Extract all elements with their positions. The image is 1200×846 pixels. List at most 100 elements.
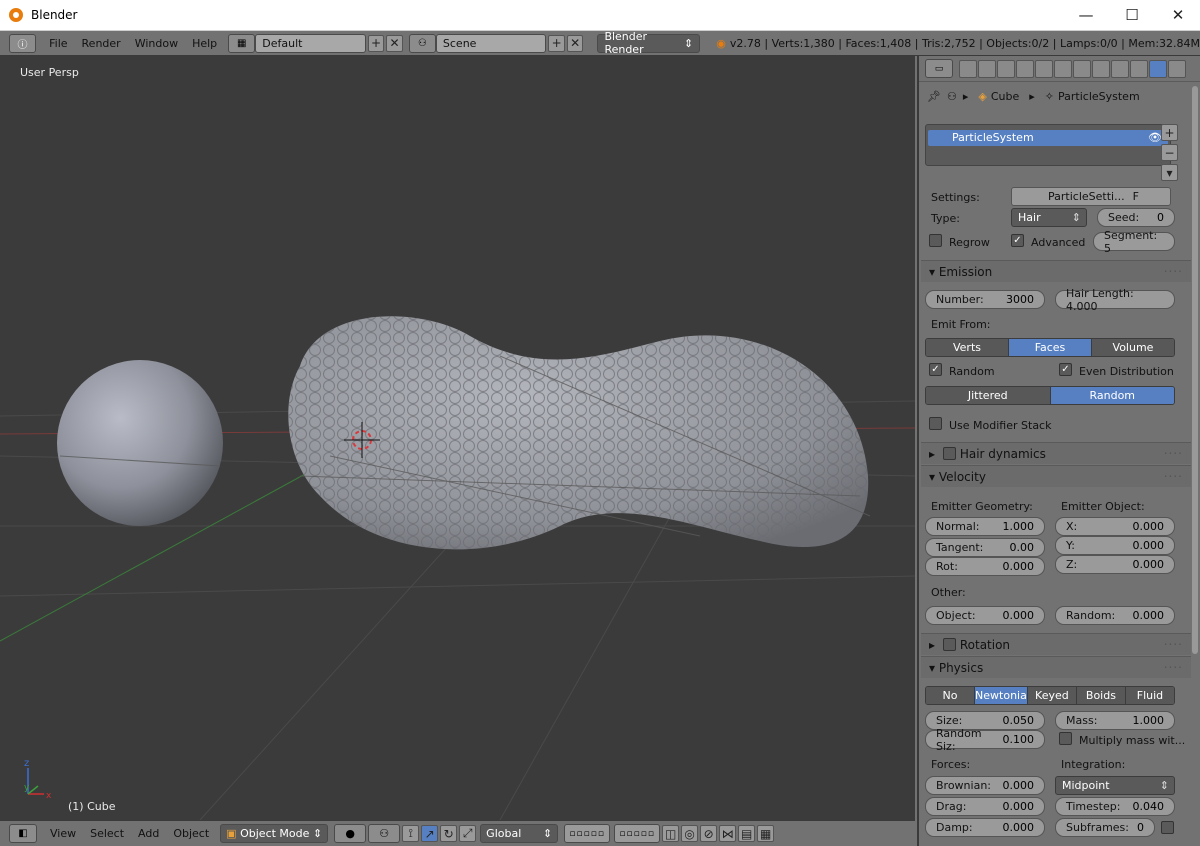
shading-dropdown[interactable]: ● (334, 824, 367, 843)
hair-length-field[interactable]: Hair Length: 4.000 (1055, 287, 1175, 313)
pin-icon[interactable]: 📌︎ (927, 90, 941, 103)
object-velocity-field[interactable]: Object: 0.000 (925, 606, 1045, 625)
render-engine-dropdown[interactable]: Blender Render ⇕ (597, 30, 701, 56)
render-preview-icon[interactable]: ▤ (738, 825, 756, 842)
physics-type-selector[interactable]: No Newtonia Keyed Boids Fluid (925, 686, 1175, 705)
screen-layout-icon[interactable]: ▦ (228, 33, 256, 53)
hair-dynamics-panel-header[interactable]: ▸ Hair dynamics (921, 439, 1191, 464)
regrow-checkbox[interactable] (929, 234, 942, 247)
random-velocity-field[interactable]: Random: 0.000 (1055, 606, 1175, 625)
advanced-checkbox[interactable]: ✓ (1011, 234, 1024, 247)
editor-type-props-button[interactable]: ▭ (925, 59, 953, 78)
3d-viewport[interactable]: z y x User Persp (1) Cube (0, 56, 915, 820)
manipulator-toggle-icon[interactable]: ⟟ (402, 825, 420, 842)
slot-menu-icon[interactable]: ▾ (1161, 164, 1178, 181)
menu-window[interactable]: Window (128, 37, 185, 50)
seed-field[interactable]: Seed: 0 (1097, 208, 1175, 227)
timestep-field[interactable]: Timestep: 0.040 (1055, 797, 1175, 816)
mode-dropdown[interactable]: ▣ Object Mode ⇕ (220, 824, 329, 843)
tab-particles-icon[interactable] (1149, 59, 1167, 78)
physics-newtonian-option[interactable]: Newtonia (975, 687, 1028, 704)
menu-help[interactable]: Help (185, 37, 224, 50)
layers-group-1[interactable]: ▫▫▫▫▫ (564, 824, 611, 843)
particle-system-item[interactable]: ParticleSystem 👁︎ (928, 130, 1168, 146)
physics-panel-header[interactable]: ▾ Physics (921, 653, 1191, 678)
snap-target-icon[interactable]: ⋈ (719, 825, 737, 842)
add-scene-icon[interactable]: + (548, 34, 565, 52)
tab-material-icon[interactable] (1111, 59, 1129, 78)
z-field[interactable]: Z: 0.000 (1055, 555, 1175, 574)
tab-render-icon[interactable] (959, 59, 977, 78)
multiply-mass-checkbox[interactable] (1059, 732, 1072, 745)
menu-view[interactable]: View (43, 827, 83, 840)
tab-constraints-icon[interactable] (1054, 59, 1072, 78)
distribution-selector[interactable]: Jittered Random (925, 386, 1175, 405)
rotation-checkbox[interactable] (942, 638, 956, 651)
mass-field[interactable]: Mass: 1.000 (1055, 711, 1175, 730)
settings-field[interactable]: ParticleSetti... F (1011, 187, 1171, 206)
rotate-icon[interactable]: ↻ (440, 825, 458, 842)
editor-type-3d-button[interactable]: ◧ (9, 824, 37, 843)
tab-texture-icon[interactable] (1130, 59, 1148, 78)
menu-file[interactable]: File (42, 37, 74, 50)
use-modifier-stack-checkbox[interactable] (929, 417, 942, 430)
add-screen-icon[interactable]: + (367, 34, 385, 52)
tab-data-icon[interactable] (1092, 59, 1110, 78)
remove-slot-icon[interactable]: − (1161, 144, 1178, 161)
tab-modifiers-icon[interactable] (1073, 59, 1091, 78)
close-button[interactable]: ✕ (1155, 0, 1200, 30)
maximize-button[interactable]: ☐ (1109, 0, 1155, 30)
tab-layers-icon[interactable] (978, 59, 996, 78)
remove-scene-icon[interactable]: ✕ (566, 34, 584, 52)
physics-fluid-option[interactable]: Fluid (1125, 687, 1174, 704)
emit-verts-option[interactable]: Verts (926, 339, 1009, 356)
tab-physics-icon[interactable] (1168, 59, 1186, 78)
add-slot-icon[interactable]: + (1161, 124, 1178, 141)
rotation-panel-header[interactable]: ▸ Rotation (921, 630, 1191, 655)
proportional-edit-icon[interactable]: ◎ (681, 825, 699, 842)
number-field[interactable]: Number: 3000 (925, 290, 1045, 309)
normal-field[interactable]: Normal: 1.000 (925, 517, 1045, 536)
emit-from-selector[interactable]: Verts Faces Volume (925, 338, 1175, 357)
menu-object[interactable]: Object (166, 827, 216, 840)
velocity-panel-header[interactable]: ▾ Velocity (921, 462, 1191, 487)
snap-icon[interactable]: ⊘ (700, 825, 718, 842)
hair-dynamics-checkbox[interactable] (942, 447, 956, 460)
type-dropdown[interactable]: Hair (1011, 208, 1087, 227)
rot-field[interactable]: Rot: 0.000 (925, 557, 1045, 576)
properties-scrollbar[interactable] (1192, 86, 1198, 654)
menu-add[interactable]: Add (131, 827, 166, 840)
scene-icon[interactable]: ⚇ (408, 33, 436, 53)
screen-layout-field[interactable]: Default (255, 33, 366, 53)
tab-object-icon[interactable] (1035, 59, 1053, 78)
integration-dropdown[interactable]: Midpoint (1055, 776, 1175, 795)
emit-volume-option[interactable]: Volume (1092, 339, 1174, 356)
drag-field[interactable]: Drag: 0.000 (925, 797, 1045, 816)
emission-panel-header[interactable]: ▾ Emission (921, 257, 1191, 282)
dist-random-option[interactable]: Random (1050, 387, 1174, 404)
particle-system-list[interactable]: ParticleSystem 👁︎ (925, 124, 1171, 166)
pivot-dropdown[interactable]: ⚇ (368, 824, 401, 843)
subframes-field[interactable]: Subframes: 0 (1055, 818, 1155, 837)
render-anim-icon[interactable]: ▦ (757, 825, 775, 842)
physics-keyed-option[interactable]: Keyed (1027, 687, 1077, 704)
lock-layers-icon[interactable]: ◫ (662, 825, 680, 842)
tangent-field[interactable]: Tangent: 0.00 (925, 538, 1045, 557)
translate-icon[interactable]: ↗ (421, 825, 439, 842)
brownian-field[interactable]: Brownian: 0.000 (925, 776, 1045, 795)
x-field[interactable]: X: 0.000 (1055, 517, 1175, 536)
y-field[interactable]: Y: 0.000 (1055, 536, 1175, 555)
menu-render[interactable]: Render (75, 37, 128, 50)
orientation-dropdown[interactable]: Global ⇕ (480, 824, 559, 843)
random-size-field[interactable]: Random Siz: 0.100 (925, 727, 1045, 753)
tab-world-icon[interactable] (1016, 59, 1034, 78)
editor-type-button[interactable]: ⓘ (9, 33, 37, 53)
subframes-checkbox[interactable] (1161, 821, 1174, 834)
dist-jittered-option[interactable]: Jittered (926, 387, 1051, 404)
sphere-object[interactable] (57, 360, 223, 526)
physics-no-option[interactable]: No (926, 687, 976, 704)
fake-user-button[interactable]: F (1133, 190, 1139, 203)
random-checkbox[interactable]: ✓ (929, 363, 942, 376)
minimize-button[interactable]: — (1063, 0, 1109, 30)
segment-field[interactable]: Segment: 5 (1093, 229, 1175, 255)
